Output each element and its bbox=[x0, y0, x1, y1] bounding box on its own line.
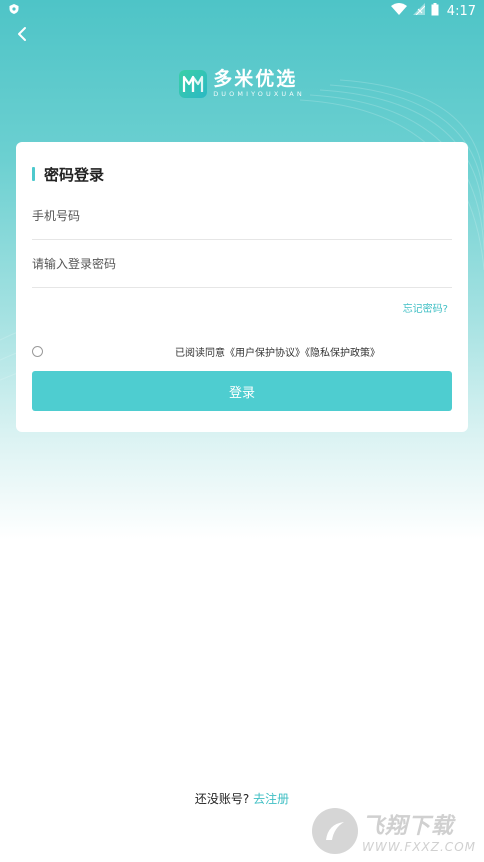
privacy-policy-link[interactable]: 《隐私保护政策》 bbox=[305, 348, 380, 359]
watermark-site-en: WWW.FXXZ.COM bbox=[362, 840, 476, 854]
no-account-text: 还没账号? bbox=[194, 792, 250, 806]
agreement-radio[interactable] bbox=[32, 345, 43, 357]
chevron-left-icon bbox=[16, 26, 28, 46]
title-accent-bar bbox=[32, 167, 35, 181]
logo-mark-icon bbox=[179, 69, 208, 98]
status-bar: 4:17 bbox=[0, 0, 484, 22]
phone-field bbox=[32, 192, 452, 240]
watermark: 飞翔下载 WWW.FXXZ.COM bbox=[312, 802, 478, 860]
user-agreement-link[interactable]: 《用户保护协议》 bbox=[225, 348, 305, 359]
password-field bbox=[32, 240, 452, 288]
agreement-prefix: 已阅读同意 bbox=[175, 347, 225, 359]
agreement-row: 已阅读同意《用户保护协议》《隐私保护政策》 bbox=[32, 342, 452, 360]
forgot-password-link[interactable]: 忘记密码? bbox=[403, 300, 448, 315]
shield-icon bbox=[8, 3, 20, 19]
card-title: 密码登录 bbox=[32, 164, 104, 184]
logo-name-en: DUOMIYOUXUAN bbox=[213, 90, 305, 98]
phone-input[interactable] bbox=[32, 192, 452, 239]
login-card: 密码登录 忘记密码? 已阅读同意《用户保护协议》《隐私保护政策》 登录 bbox=[16, 142, 468, 432]
register-link[interactable]: 去注册 bbox=[253, 792, 289, 806]
login-button[interactable]: 登录 bbox=[32, 371, 452, 411]
agreement-text: 已阅读同意《用户保护协议》《隐私保护政策》 bbox=[43, 344, 452, 359]
watermark-site-cn: 飞翔下载 bbox=[362, 814, 455, 839]
watermark-logo-icon bbox=[312, 808, 358, 854]
login-title: 密码登录 bbox=[44, 165, 105, 184]
back-button[interactable] bbox=[8, 24, 36, 48]
wifi-icon bbox=[390, 3, 407, 19]
signal-icon bbox=[412, 3, 426, 19]
battery-icon bbox=[431, 2, 439, 20]
app-logo: 多米优选 DUOMIYOUXUAN bbox=[0, 68, 484, 99]
password-input[interactable] bbox=[32, 240, 452, 287]
logo-name-cn: 多米优选 bbox=[213, 68, 298, 90]
status-time: 4:17 bbox=[446, 3, 476, 19]
